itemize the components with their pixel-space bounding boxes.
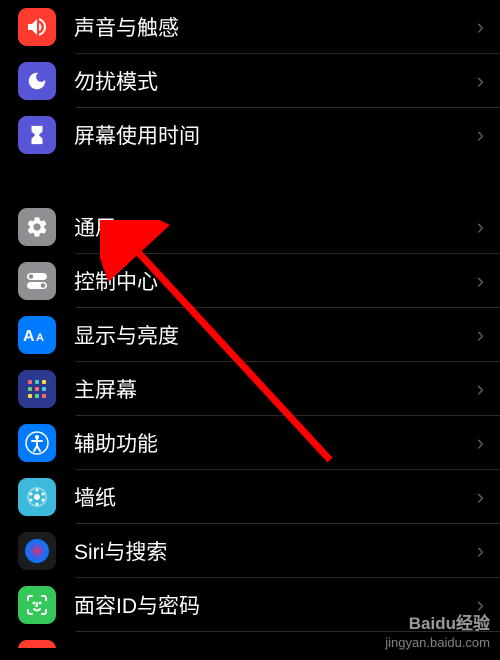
item-label: 辅助功能 — [74, 428, 477, 458]
watermark: Baidu经验 jingyan.baidu.com — [385, 613, 490, 652]
watermark-brand: Baidu经验 — [385, 613, 490, 635]
item-label: 墙纸 — [74, 482, 477, 512]
chevron-right-icon: › — [477, 376, 484, 402]
sos-icon: SOS — [18, 640, 56, 648]
settings-item-dnd[interactable]: 勿扰模式 › — [0, 54, 500, 108]
home-screen-icon — [18, 370, 56, 408]
settings-item-sound[interactable]: 声音与触感 › — [0, 0, 500, 54]
chevron-right-icon: › — [477, 122, 484, 148]
chevron-right-icon: › — [477, 14, 484, 40]
siri-icon — [18, 532, 56, 570]
item-label: 屏幕使用时间 — [74, 120, 477, 150]
item-label: 勿扰模式 — [74, 66, 477, 96]
accessibility-icon — [18, 424, 56, 462]
gear-icon — [18, 208, 56, 246]
settings-item-general[interactable]: 通用 › — [0, 200, 500, 254]
settings-item-homescreen[interactable]: 主屏幕 › — [0, 362, 500, 416]
settings-item-wallpaper[interactable]: 墙纸 › — [0, 470, 500, 524]
chevron-right-icon: › — [477, 322, 484, 348]
chevron-right-icon: › — [477, 268, 484, 294]
text-size-icon: AA — [18, 316, 56, 354]
section-gap — [0, 162, 500, 200]
svg-text:A: A — [36, 332, 44, 344]
item-label: 通用 — [74, 212, 477, 242]
settings-list: 声音与触感 › 勿扰模式 › 屏幕使用时间 › 通用 › 控制中心 › AA — [0, 0, 500, 648]
settings-item-display[interactable]: AA 显示与亮度 › — [0, 308, 500, 362]
faceid-icon — [18, 586, 56, 624]
item-label: 控制中心 — [74, 266, 477, 296]
item-label: 显示与亮度 — [74, 320, 477, 350]
item-label: Siri与搜索 — [74, 536, 477, 566]
watermark-url: jingyan.baidu.com — [385, 635, 490, 652]
chevron-right-icon: › — [477, 484, 484, 510]
settings-item-control-center[interactable]: 控制中心 › — [0, 254, 500, 308]
svg-text:A: A — [23, 328, 35, 345]
settings-item-siri[interactable]: Siri与搜索 › — [0, 524, 500, 578]
chevron-right-icon: › — [477, 430, 484, 456]
chevron-right-icon: › — [477, 214, 484, 240]
chevron-right-icon: › — [477, 68, 484, 94]
moon-icon — [18, 62, 56, 100]
settings-item-screentime[interactable]: 屏幕使用时间 › — [0, 108, 500, 162]
sound-icon — [18, 8, 56, 46]
settings-item-accessibility[interactable]: 辅助功能 › — [0, 416, 500, 470]
hourglass-icon — [18, 116, 56, 154]
wallpaper-icon — [18, 478, 56, 516]
item-label: 主屏幕 — [74, 374, 477, 404]
chevron-right-icon: › — [477, 538, 484, 564]
item-label: 声音与触感 — [74, 12, 477, 42]
toggles-icon — [18, 262, 56, 300]
